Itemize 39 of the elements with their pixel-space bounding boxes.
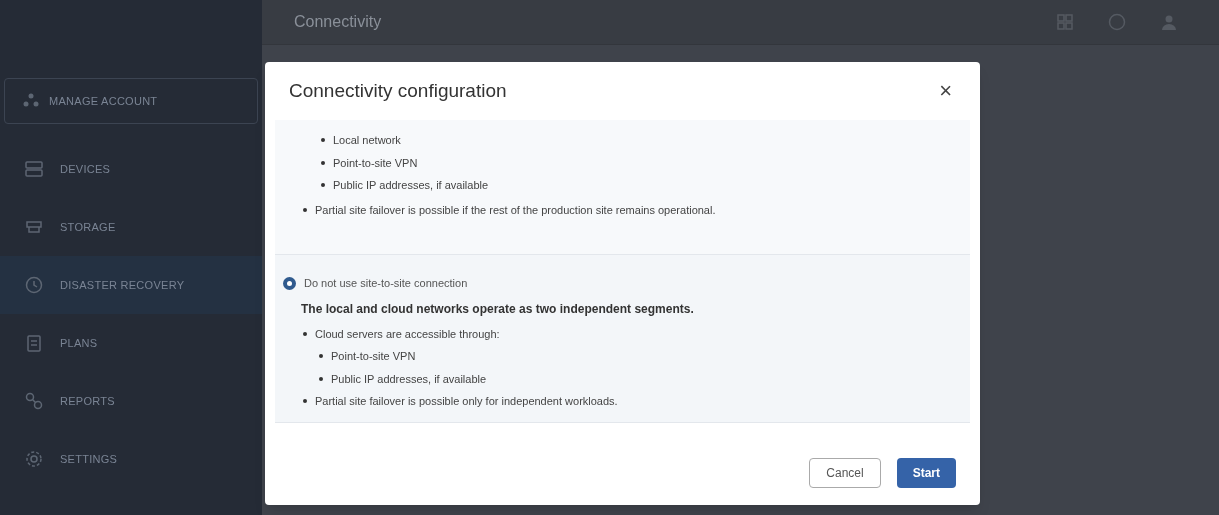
option-summary: The local and cloud networks operate as two independent segments. [300, 300, 695, 318]
bullet-icon [303, 399, 307, 403]
manage-account-button[interactable]: MANAGE ACCOUNT [4, 78, 258, 124]
list-item: Cloud servers are accessible through: [315, 326, 500, 342]
list-item: Point-to-site VPN [331, 349, 416, 364]
list-item: Public IP addresses, if available [331, 371, 487, 387]
sidebar-item[interactable]: DISASTER RECOVERY [0, 256, 262, 314]
sidebar-item[interactable]: STORAGE [0, 198, 262, 256]
page-title: Connectivity [294, 12, 383, 32]
sidebar-item[interactable]: SETTINGS [0, 430, 262, 488]
bullet-icon [319, 354, 323, 358]
sidebar-item[interactable]: REPORTS [0, 372, 262, 430]
bullet-icon [303, 331, 307, 336]
link-icon [24, 391, 44, 411]
sidebar-item[interactable]: DEVICES [0, 140, 262, 198]
list-item: Partial site failover is possible only for independent workloads. [315, 394, 618, 409]
clock-icon [24, 275, 44, 295]
grid-icon [1055, 12, 1075, 32]
clipboard-icon [24, 333, 44, 353]
cancel-button[interactable]: Cancel [809, 458, 881, 488]
list-item: Local network [333, 133, 401, 148]
bullet-icon [303, 207, 307, 212]
option-card[interactable] [275, 255, 970, 423]
close-button[interactable]: × [935, 80, 956, 102]
bullet-icon [321, 138, 325, 142]
option-label: Do not use site-to-site connection [304, 276, 468, 291]
server-icon [24, 159, 44, 179]
bullet-icon [321, 183, 325, 187]
bullet-icon [321, 160, 325, 165]
settings-icon [24, 449, 44, 469]
list-item: Point-to-site VPN [333, 155, 418, 171]
option-card[interactable]: Local network Point-to-site VPN Public IP addresses, if available Partial site failover is possible if the rest of the production site remains operational. [275, 120, 970, 255]
start-button[interactable]: Start [896, 458, 956, 488]
bullet-icon [319, 376, 323, 381]
dialog-title: Connectivity configuration [289, 78, 508, 103]
sidebar-item[interactable]: PLANS [0, 314, 262, 372]
list-item: Public IP addresses, if available [333, 178, 489, 193]
list-item: Partial site failover is possible if the rest of the production site remains operational. [315, 202, 716, 218]
radio-button[interactable] [283, 276, 296, 290]
